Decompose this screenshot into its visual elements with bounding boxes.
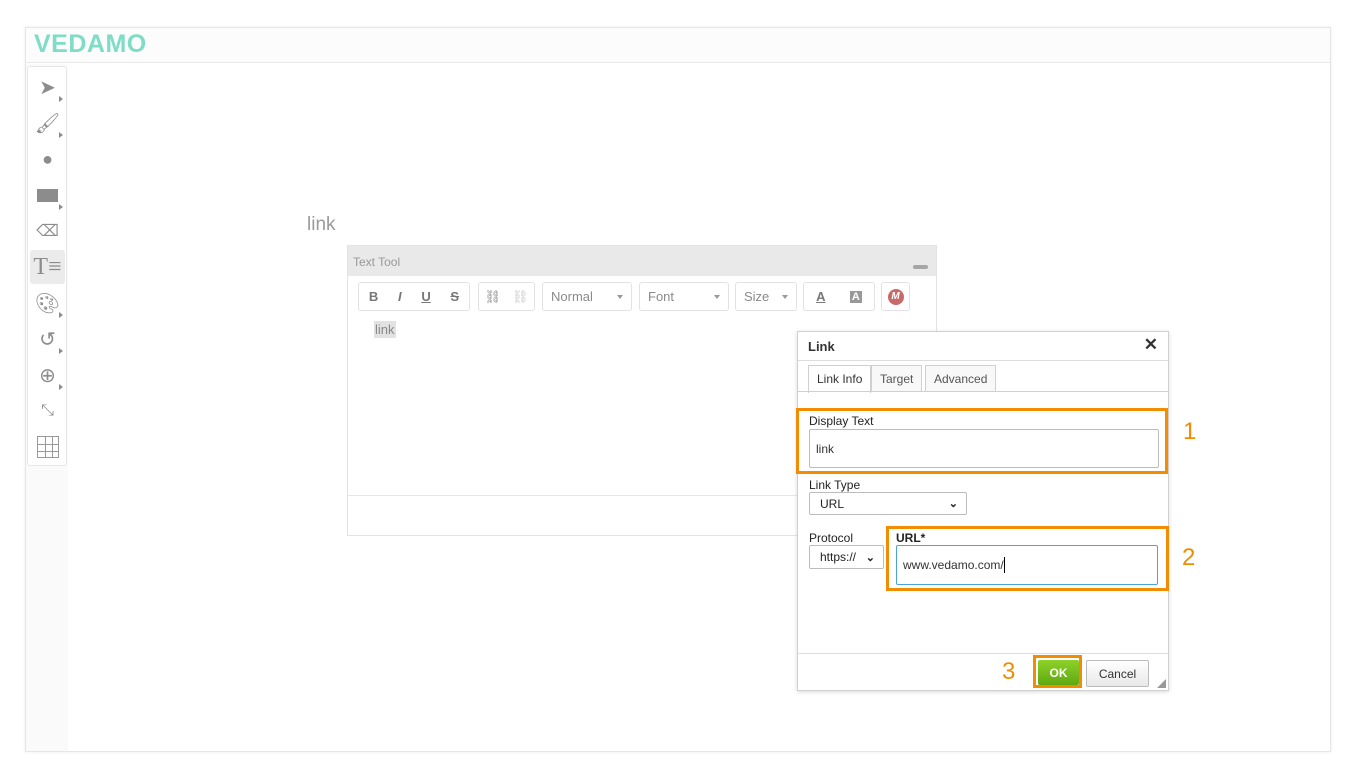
presenter-icon: ● [42,148,53,169]
zoom-tool[interactable]: ⊕ [30,358,65,392]
chevron-down-icon: ⌄ [948,498,958,510]
palette-icon: 🎨︎ [34,292,61,315]
size-dropdown[interactable]: Size [735,282,797,311]
strike-button[interactable]: S [450,289,459,304]
tab-link-info[interactable]: Link Info [808,365,872,393]
unlink-icon[interactable]: ⛓ [512,289,529,305]
tool-sidebar: ➤ 🖌︎ ● ⌫ T≡ 🎨︎ ↺ ⊕ ⤡ [27,66,67,466]
cursor-arrow-icon: ➤ [39,76,56,99]
divider [798,360,1168,361]
header-bar [26,28,1330,63]
step-number-1: 1 [1183,418,1197,445]
divider [798,391,1168,392]
font-value: Font [648,289,675,304]
dialog-title: Link [808,339,835,354]
step-number-2: 2 [1182,544,1196,571]
math-button-icon[interactable]: M [887,288,904,305]
link-icon[interactable]: ⛓ [484,289,501,305]
protocol-label: Protocol [809,531,854,545]
text-tool-title: Text Tool [353,255,401,269]
cancel-button[interactable]: Cancel [1086,660,1149,687]
protocol-value: https:// [820,550,857,564]
text-tool[interactable]: T≡ [30,250,65,284]
vedamo-logo: VEDAMO [34,30,147,58]
bold-button[interactable]: B [369,289,378,304]
undo-icon: ↺ [39,328,56,351]
link-type-label: Link Type [809,478,861,492]
link-type-value: URL [820,496,845,511]
presenter-tool[interactable]: ● [30,142,65,176]
font-color-button[interactable]: A [816,289,825,304]
link-type-select[interactable]: URL ⌄ [809,492,967,515]
format-dropdown[interactable]: Normal [542,282,632,311]
link-group: ⛓ ⛓ [478,282,535,311]
editor-content[interactable]: link [374,321,396,338]
highlight-box-1 [796,408,1168,474]
minimize-button[interactable] [913,265,928,269]
close-icon[interactable]: ✕ [1144,335,1158,355]
text-tool-icon: T≡ [33,253,62,280]
resize-handle[interactable] [1157,679,1166,688]
bg-color-button[interactable]: A [849,290,862,303]
caret-icon [782,294,788,299]
text-tool-header[interactable]: Text Tool [348,246,936,276]
style-group: B I U S [358,282,470,311]
divider [798,653,1168,654]
math-group: M [881,282,910,311]
protocol-select[interactable]: https:// ⌄ [809,545,884,569]
chevron-down-icon: ⌄ [865,551,875,564]
font-dropdown[interactable]: Font [639,282,729,311]
color-group: A A [803,282,875,311]
tab-target[interactable]: Target [871,365,923,392]
grid-icon [36,436,59,458]
brush-tool[interactable]: 🖌︎ [30,106,65,140]
eraser-tool[interactable]: ⌫ [30,214,65,248]
shape-tool[interactable] [30,178,65,212]
caret-icon [714,294,720,299]
canvas-text[interactable]: link [307,214,336,236]
grid-tool[interactable] [30,430,65,464]
collapse-icon: ⤡ [41,402,54,419]
underline-button[interactable]: U [421,289,430,304]
step-number-3: 3 [1002,658,1016,685]
fit-tool[interactable]: ⤡ [30,394,65,428]
highlight-box-3 [1033,655,1082,688]
undo-tool[interactable]: ↺ [30,322,65,356]
tab-advanced[interactable]: Advanced [925,365,997,392]
eraser-icon: ⌫ [36,223,59,240]
brush-icon: 🖌︎ [34,112,61,135]
link-dialog: Link ✕ Link Info Target Advanced Display… [797,331,1169,691]
size-value: Size [744,289,770,304]
highlight-box-2 [886,526,1169,591]
italic-button[interactable]: I [398,289,402,304]
caret-icon [617,294,623,299]
rectangle-icon [37,188,58,202]
zoom-in-icon: ⊕ [39,364,56,387]
format-value: Normal [551,289,593,304]
select-tool[interactable]: ➤ [30,70,65,104]
color-tool[interactable]: 🎨︎ [30,286,65,320]
